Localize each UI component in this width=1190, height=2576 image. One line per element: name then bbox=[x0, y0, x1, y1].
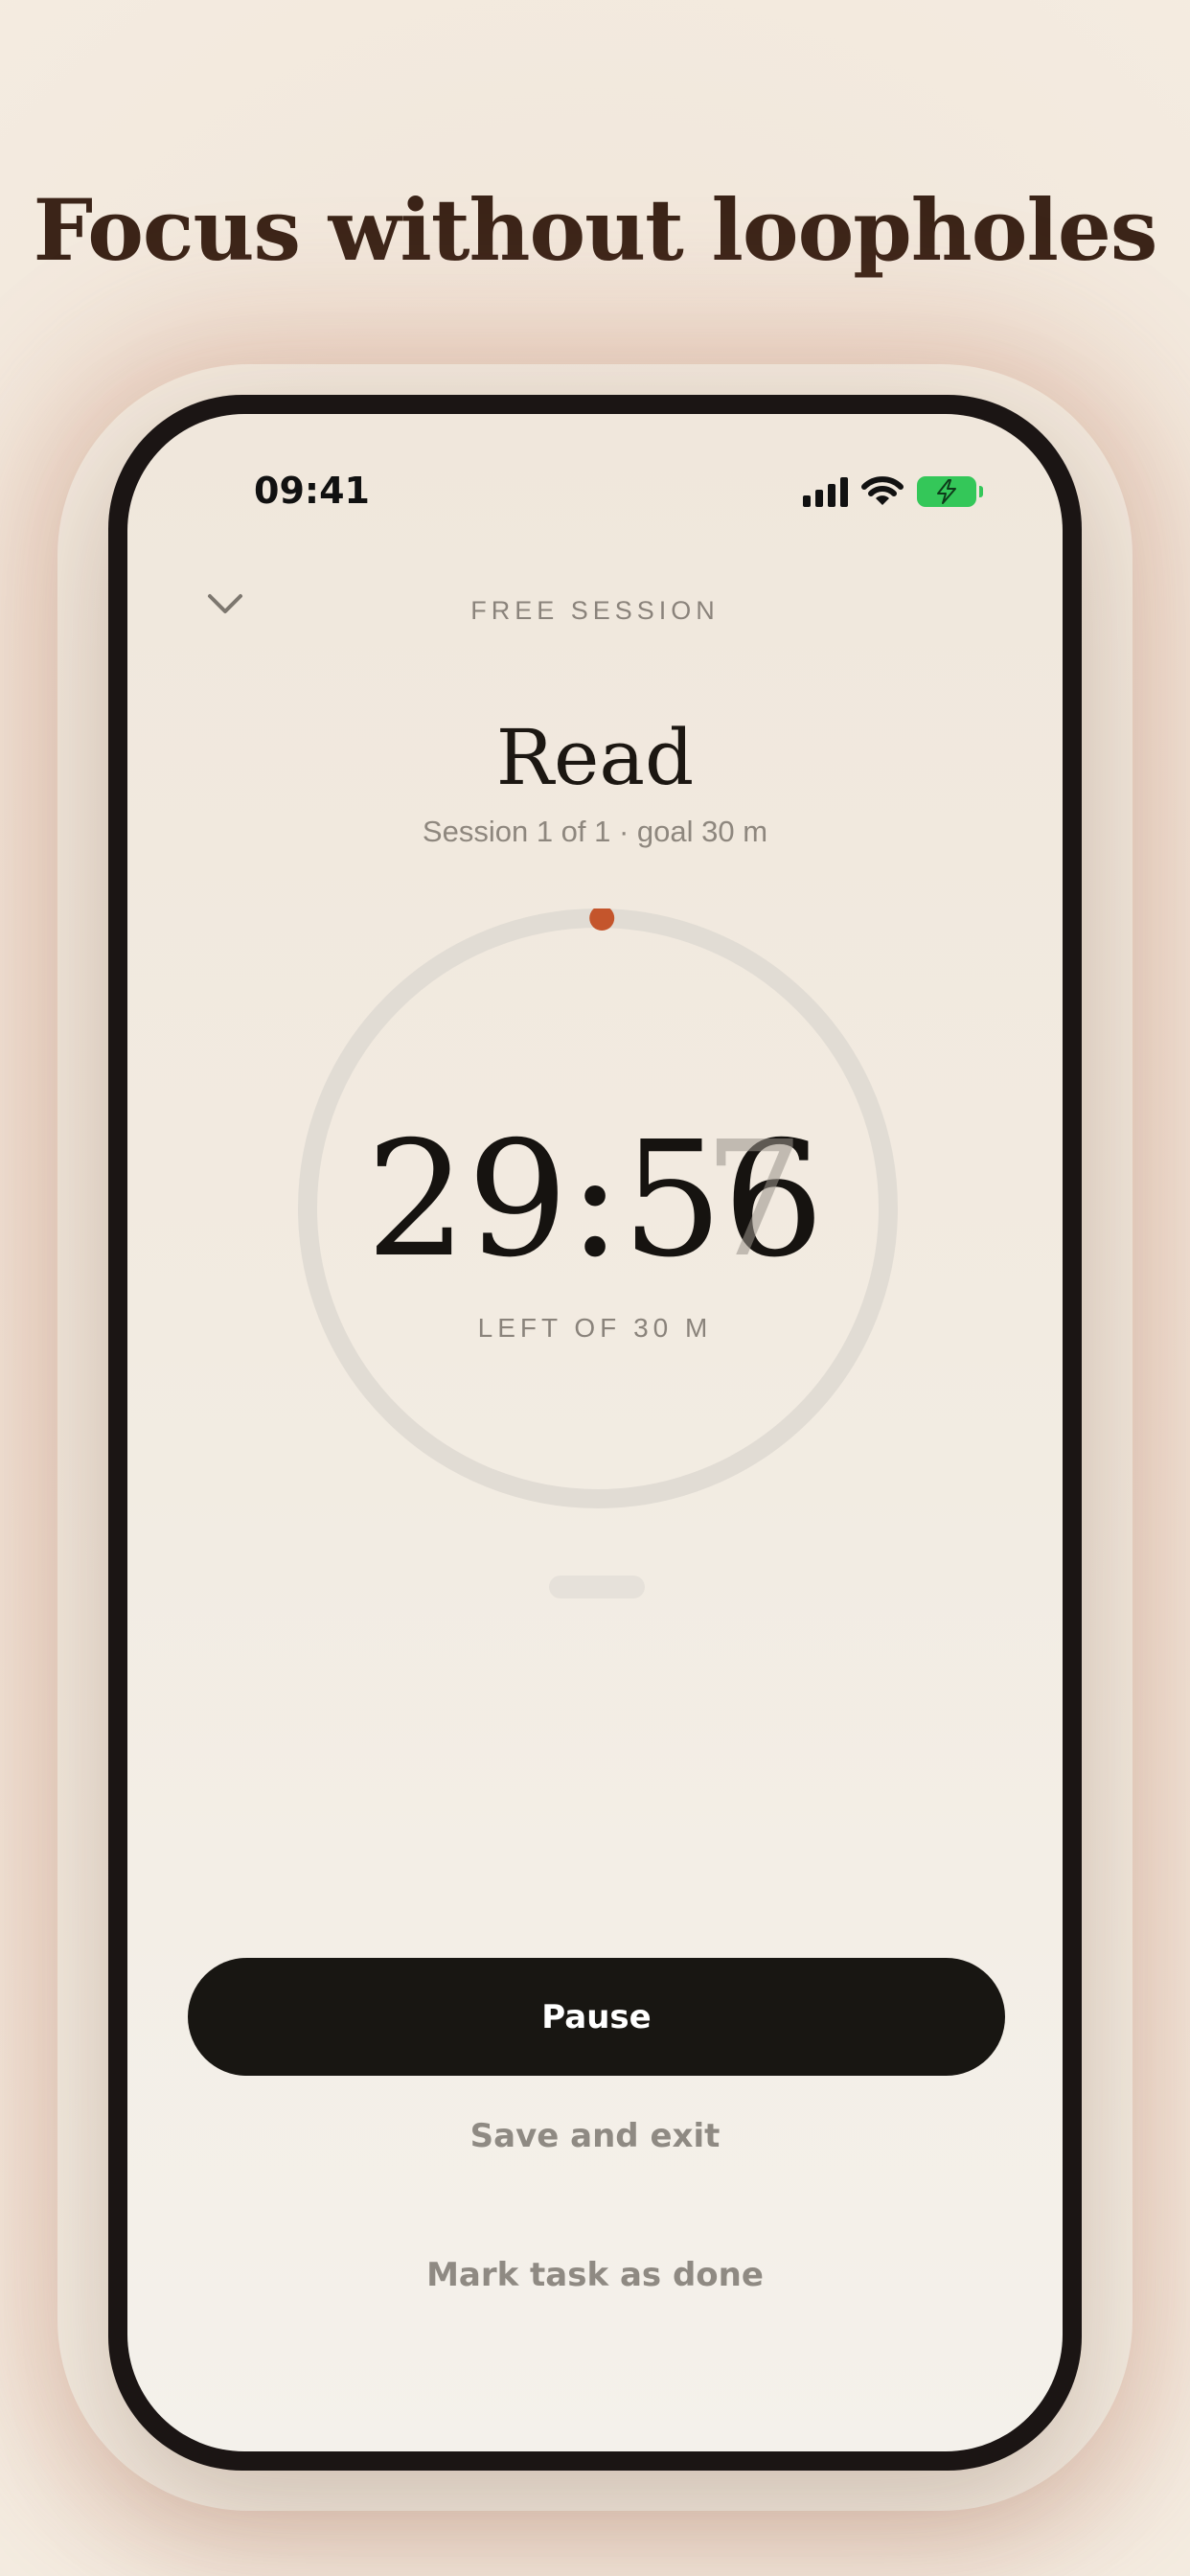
wifi-icon bbox=[861, 476, 904, 505]
session-type-label: FREE SESSION bbox=[470, 596, 720, 625]
phone-screen: 09:41 FREE SESSION Read Session 1 of 1 ·… bbox=[127, 414, 1063, 2451]
status-time: 09:41 bbox=[254, 470, 370, 512]
phone-frame: 09:41 FREE SESSION Read Session 1 of 1 ·… bbox=[108, 395, 1082, 2471]
pause-button[interactable]: Pause bbox=[188, 1958, 1005, 2076]
timer-display: 29:56 bbox=[365, 1108, 825, 1293]
task-subtitle: Session 1 of 1 · goal 30 m bbox=[422, 815, 768, 848]
task-title: Read bbox=[495, 713, 695, 802]
drag-handle[interactable] bbox=[549, 1576, 645, 1598]
save-and-exit-button[interactable]: Save and exit bbox=[127, 2117, 1063, 2155]
headline: Focus without loopholes bbox=[33, 180, 1158, 280]
mark-task-done-button[interactable]: Mark task as done bbox=[127, 2256, 1063, 2294]
timer-transition-digit: 7 bbox=[703, 1108, 805, 1293]
timer-caption: LEFT OF 30 M bbox=[477, 1313, 713, 1343]
status-icons bbox=[803, 468, 983, 516]
battery-charging-icon bbox=[917, 476, 983, 507]
cellular-signal-icon bbox=[803, 476, 848, 507]
